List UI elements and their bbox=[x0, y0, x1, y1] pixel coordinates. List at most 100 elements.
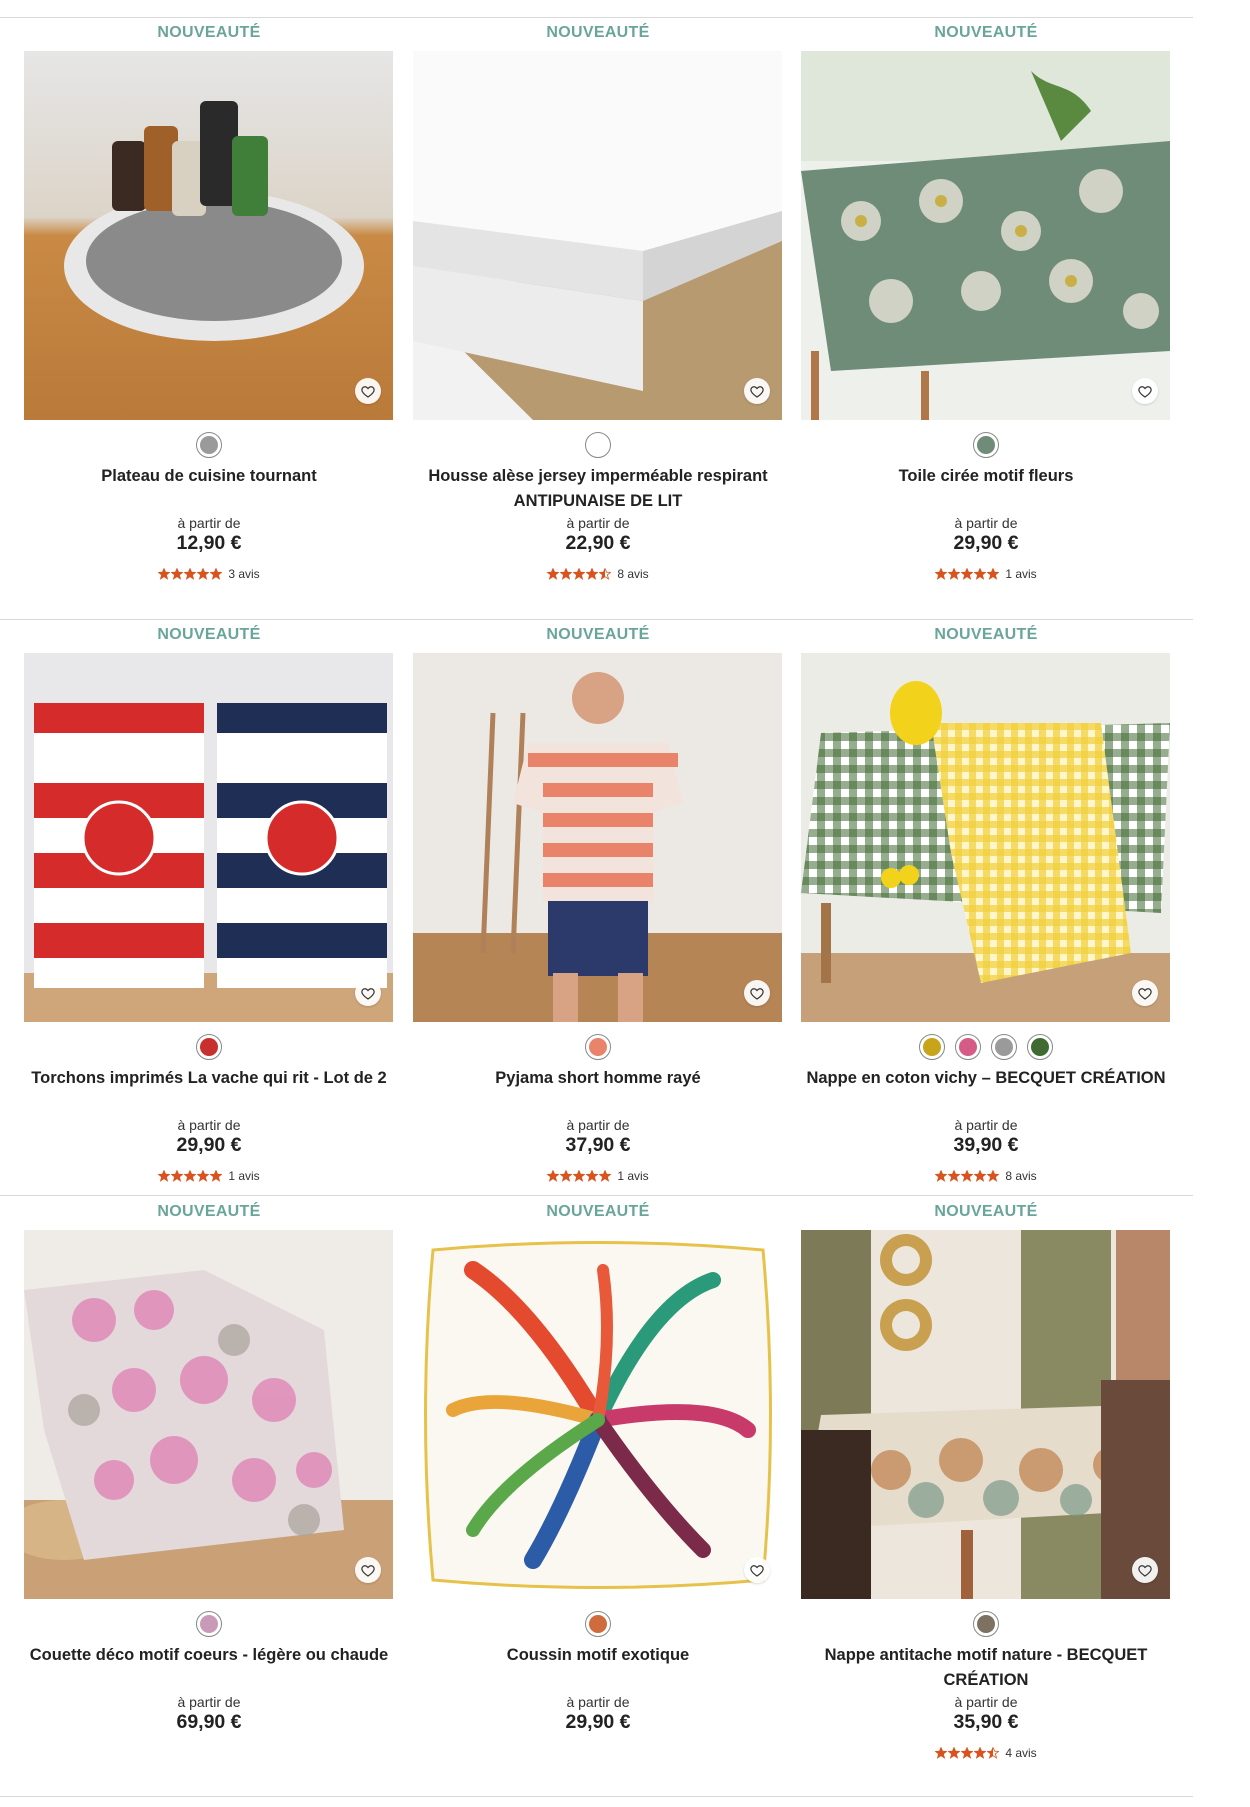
product-price: 29,90 € bbox=[565, 1711, 631, 1733]
star-icon bbox=[974, 568, 987, 580]
product-image[interactable] bbox=[801, 51, 1170, 420]
review-count[interactable]: 8 avis bbox=[1005, 1169, 1036, 1183]
rating[interactable]: 1 avis bbox=[801, 567, 1171, 581]
price-prefix: à partir de bbox=[177, 515, 241, 531]
star-icon bbox=[210, 568, 223, 580]
favorite-heart-icon[interactable] bbox=[355, 378, 381, 404]
rating-stars bbox=[158, 568, 223, 580]
product-image[interactable] bbox=[413, 653, 782, 1022]
star-icon bbox=[961, 1747, 974, 1759]
product-title[interactable]: Toile cirée motif fleurs bbox=[801, 464, 1171, 489]
star-icon bbox=[961, 1170, 974, 1182]
star-icon bbox=[184, 568, 197, 580]
color-swatch[interactable] bbox=[973, 432, 999, 458]
star-icon bbox=[547, 1170, 560, 1182]
rating[interactable]: 1 avis bbox=[24, 1169, 394, 1183]
review-count[interactable]: 1 avis bbox=[228, 1169, 259, 1183]
favorite-heart-icon[interactable] bbox=[1132, 378, 1158, 404]
star-icon bbox=[560, 568, 573, 580]
product-title[interactable]: Torchons imprimés La vache qui rit - Lot… bbox=[24, 1066, 394, 1091]
favorite-heart-icon[interactable] bbox=[744, 1557, 770, 1583]
review-count[interactable]: 1 avis bbox=[1005, 567, 1036, 581]
product-image[interactable] bbox=[801, 1230, 1170, 1599]
color-swatch-pink[interactable] bbox=[955, 1034, 981, 1060]
rating[interactable]: 8 avis bbox=[413, 567, 783, 581]
star-icon bbox=[948, 1170, 961, 1182]
color-swatches bbox=[801, 1611, 1171, 1637]
favorite-heart-icon[interactable] bbox=[744, 980, 770, 1006]
product-price: 29,90 € bbox=[176, 1134, 242, 1156]
product-image[interactable] bbox=[413, 1230, 782, 1599]
star-icon bbox=[197, 1170, 210, 1182]
review-count[interactable]: 3 avis bbox=[228, 567, 259, 581]
color-swatch[interactable] bbox=[196, 1034, 222, 1060]
review-count[interactable]: 1 avis bbox=[617, 1169, 648, 1183]
star-icon bbox=[935, 1747, 948, 1759]
product-title[interactable]: Pyjama short homme rayé bbox=[413, 1066, 783, 1091]
star-icon bbox=[948, 1747, 961, 1759]
star-icon bbox=[573, 568, 586, 580]
favorite-heart-icon[interactable] bbox=[744, 378, 770, 404]
color-swatches bbox=[801, 432, 1171, 458]
color-swatches bbox=[24, 1034, 394, 1060]
rating-stars bbox=[935, 1747, 1000, 1759]
rating[interactable]: 4 avis bbox=[801, 1746, 1171, 1760]
favorite-heart-icon[interactable] bbox=[355, 980, 381, 1006]
new-badge: NOUVEAUTÉ bbox=[934, 626, 1038, 643]
product-price: 39,90 € bbox=[953, 1134, 1019, 1156]
color-swatch-yellow[interactable] bbox=[919, 1034, 945, 1060]
review-count[interactable]: 4 avis bbox=[1005, 1746, 1036, 1760]
product-title[interactable]: Nappe en coton vichy – BECQUET CRÉATION bbox=[801, 1066, 1171, 1091]
review-count[interactable]: 8 avis bbox=[617, 567, 648, 581]
product-title[interactable]: Nappe antitache motif nature - BECQUET C… bbox=[801, 1643, 1171, 1693]
favorite-heart-icon[interactable] bbox=[355, 1557, 381, 1583]
color-swatch[interactable] bbox=[585, 432, 611, 458]
product-image[interactable] bbox=[413, 51, 782, 420]
color-swatch[interactable] bbox=[585, 1611, 611, 1637]
new-badge: NOUVEAUTÉ bbox=[546, 1203, 650, 1220]
product-title[interactable]: Housse alèse jersey imperméable respiran… bbox=[413, 464, 783, 514]
favorite-heart-icon[interactable] bbox=[1132, 1557, 1158, 1583]
product-title[interactable]: Coussin motif exotique bbox=[413, 1643, 783, 1668]
star-icon bbox=[171, 568, 184, 580]
product-title[interactable]: Plateau de cuisine tournant bbox=[24, 464, 394, 489]
star-icon bbox=[171, 1170, 184, 1182]
color-swatch[interactable] bbox=[973, 1611, 999, 1637]
star-icon bbox=[197, 568, 210, 580]
star-icon bbox=[987, 1747, 1000, 1759]
product-price: 29,90 € bbox=[953, 532, 1019, 554]
star-icon bbox=[974, 1747, 987, 1759]
star-icon bbox=[599, 1170, 612, 1182]
product-title[interactable]: Couette déco motif coeurs - légère ou ch… bbox=[24, 1643, 394, 1668]
star-icon bbox=[573, 1170, 586, 1182]
price-prefix: à partir de bbox=[566, 1694, 630, 1710]
rating-stars bbox=[935, 568, 1000, 580]
star-icon bbox=[586, 568, 599, 580]
product-image[interactable] bbox=[801, 653, 1170, 1022]
rating-stars bbox=[547, 568, 612, 580]
color-swatch[interactable] bbox=[196, 432, 222, 458]
rating[interactable]: 3 avis bbox=[24, 567, 394, 581]
product-image[interactable] bbox=[24, 653, 393, 1022]
color-swatch[interactable] bbox=[196, 1611, 222, 1637]
rating[interactable]: 8 avis bbox=[801, 1169, 1171, 1183]
star-icon bbox=[987, 568, 1000, 580]
new-badge: NOUVEAUTÉ bbox=[157, 24, 261, 41]
star-icon bbox=[210, 1170, 223, 1182]
rating-stars bbox=[547, 1170, 612, 1182]
color-swatches bbox=[801, 1034, 1171, 1060]
product-image[interactable] bbox=[24, 1230, 393, 1599]
product-price: 35,90 € bbox=[953, 1711, 1019, 1733]
new-badge: NOUVEAUTÉ bbox=[546, 24, 650, 41]
rating[interactable]: 1 avis bbox=[413, 1169, 783, 1183]
favorite-heart-icon[interactable] bbox=[1132, 980, 1158, 1006]
color-swatch-grey[interactable] bbox=[991, 1034, 1017, 1060]
color-swatch[interactable] bbox=[585, 1034, 611, 1060]
color-swatch-green[interactable] bbox=[1027, 1034, 1053, 1060]
price-prefix: à partir de bbox=[954, 515, 1018, 531]
star-icon bbox=[961, 568, 974, 580]
star-icon bbox=[935, 568, 948, 580]
rating-stars bbox=[935, 1170, 1000, 1182]
product-image[interactable] bbox=[24, 51, 393, 420]
new-badge: NOUVEAUTÉ bbox=[934, 24, 1038, 41]
